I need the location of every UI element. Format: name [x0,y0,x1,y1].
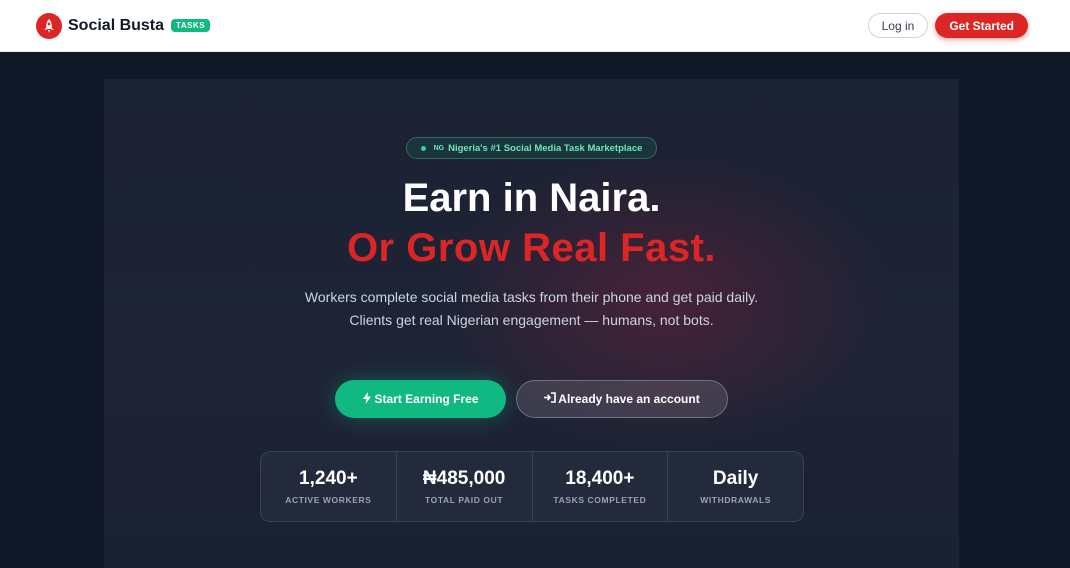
login-button[interactable]: Log in [867,13,929,38]
brand-badge: TASKS [171,19,211,32]
nav-actions: Log in Get Started [867,13,1028,38]
stat-label: ACTIVE WORKERS [285,495,372,505]
subtitle-workers: Workers complete social media tasks from… [304,289,759,305]
stat-value: Daily [712,468,759,489]
stat-label: TOTAL PAID OUT [425,495,504,505]
status-dot-icon [420,145,426,151]
existing-account-label: Already have an account [558,392,700,406]
stat-active-workers: 1,240+ ACTIVE WORKERS [261,452,397,521]
stat-value: 1,240+ [299,468,358,489]
brand-name: Social Busta [68,16,165,34]
headline-secondary: Or Grow Real Fast. [346,226,717,270]
stat-tasks-completed: 18,400+ TASKS COMPLETED [533,452,669,521]
marketplace-tag: NG Nigeria's #1 Social Media Task Market… [406,137,657,159]
brand[interactable]: Social Busta TASKS [36,12,211,39]
start-earning-button[interactable]: Start Earning Free [335,380,506,418]
tag-text: Nigeria's #1 Social Media Task Marketpla… [448,142,643,154]
stats-panel: 1,240+ ACTIVE WORKERS ₦485,000 TOTAL PAI… [260,451,804,522]
stat-total-paid: ₦485,000 TOTAL PAID OUT [397,452,533,521]
get-started-button[interactable]: Get Started [935,13,1028,38]
stat-value: ₦485,000 [422,468,506,489]
rocket-icon [36,12,62,39]
stat-label: TASKS COMPLETED [553,495,647,505]
navbar: Social Busta TASKS Log in Get Started [0,0,1070,52]
flag-label: NG [433,144,445,152]
existing-account-button[interactable]: Already have an account [516,380,728,418]
hero-subtitle: Workers complete social media tasks from… [304,286,759,332]
stat-label: WITHDRAWALS [700,495,772,505]
subtitle-clients: Clients get real Nigerian engagement — h… [349,312,714,328]
stat-value: 18,400+ [565,468,635,489]
headline-primary: Earn in Naira. [402,176,661,220]
start-earning-label: Start Earning Free [374,392,479,406]
login-icon [544,392,557,406]
stat-withdrawals: Daily WITHDRAWALS [668,452,803,521]
lightning-icon [362,391,372,407]
hero-section: NG Nigeria's #1 Social Media Task Market… [104,79,959,568]
